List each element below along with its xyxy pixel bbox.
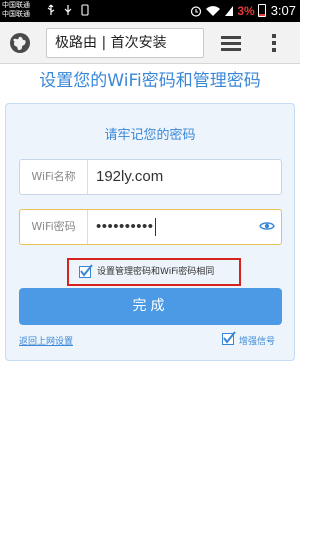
- wifi-password-label: WiFi密码: [20, 210, 88, 244]
- card-subtitle: 请牢记您的密码: [104, 128, 196, 143]
- carrier-2: 中国联通: [2, 10, 30, 18]
- same-password-checkbox[interactable]: [79, 264, 93, 278]
- setup-card: 请牢记您的密码 WiFi名称 192ly.com WiFi密码 ••••••••…: [5, 103, 295, 361]
- url-bar[interactable]: 极路由 | 首次安装: [46, 28, 204, 58]
- carrier-names: 中国联通 中国联通: [2, 1, 30, 19]
- wifi-name-field[interactable]: WiFi名称 192ly.com: [19, 159, 282, 195]
- boost-signal-checkbox[interactable]: [222, 331, 236, 345]
- usb-icon: [47, 4, 55, 15]
- globe-icon[interactable]: [9, 32, 31, 54]
- wifi-icon: [206, 5, 221, 16]
- signal-icon: [225, 5, 234, 16]
- boost-signal-label: 增强信号: [239, 337, 276, 347]
- browser-toolbar: 极路由 | 首次安装: [0, 22, 300, 64]
- same-password-option[interactable]: 设置管理密码和WiFi密码相同: [67, 258, 241, 286]
- usb-debug-icon: [64, 5, 72, 15]
- wifi-name-label: WiFi名称: [20, 160, 88, 194]
- tabs-icon[interactable]: [220, 34, 242, 52]
- battery-icon: [257, 4, 266, 17]
- show-password-icon[interactable]: [259, 220, 275, 232]
- checkmark-icon: [80, 264, 93, 277]
- back-to-internet-settings-link[interactable]: 返回上网设置: [19, 334, 73, 347]
- text-caret: [154, 218, 156, 237]
- same-password-label: 设置管理密码和WiFi密码相同: [97, 267, 215, 277]
- wifi-password-field[interactable]: WiFi密码 ••••••••••: [19, 209, 282, 245]
- wifi-name-input[interactable]: 192ly.com: [96, 160, 163, 194]
- status-bar: 中国联通 中国联通 3% 3:07: [0, 0, 300, 22]
- status-right: 3% 3:07: [190, 3, 296, 18]
- battery-percent: 3%: [237, 3, 255, 18]
- checkmark-icon: [223, 331, 236, 344]
- clock: 3:07: [270, 3, 296, 18]
- overflow-menu-icon[interactable]: [270, 33, 278, 53]
- boost-signal-option[interactable]: 增强信号: [222, 331, 292, 347]
- page-title: 设置您的WiFi密码和管理密码: [39, 71, 261, 91]
- wifi-password-input[interactable]: ••••••••••: [96, 210, 156, 244]
- alarm-icon: [191, 5, 202, 17]
- done-button[interactable]: 完成: [19, 288, 282, 325]
- wifi-password-value: ••••••••••: [96, 218, 154, 235]
- status-icons: [46, 4, 90, 16]
- carrier-1: 中国联通: [2, 1, 30, 9]
- sim-icon: [81, 4, 89, 16]
